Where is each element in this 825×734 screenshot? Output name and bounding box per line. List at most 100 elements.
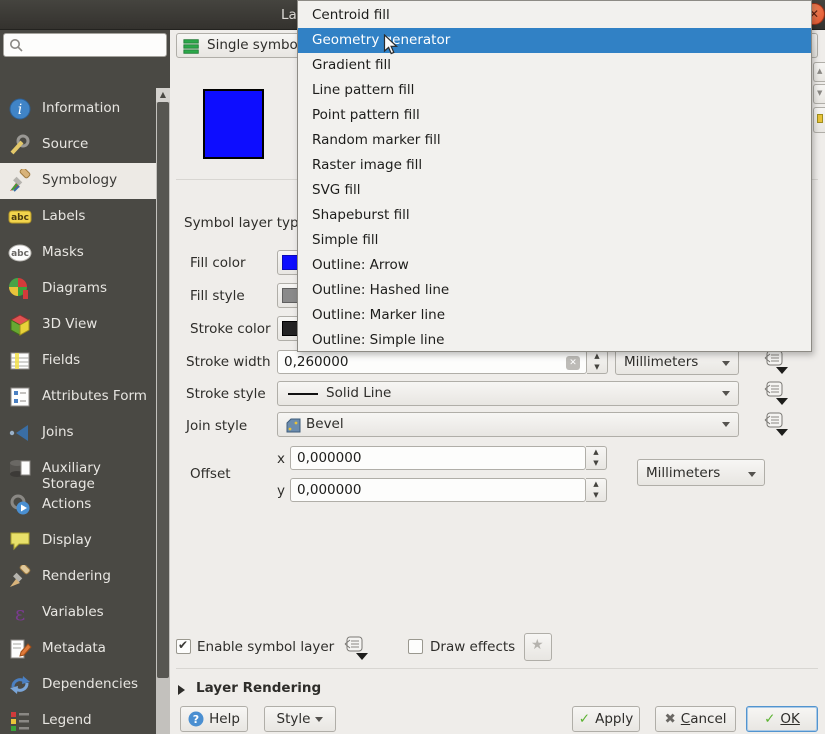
offset-x-value[interactable]	[297, 449, 561, 467]
menu-item-shapeburst-fill[interactable]: Shapeburst fill	[298, 203, 811, 228]
sidebar-item-metadata[interactable]: Metadata	[0, 631, 156, 667]
3d-view-icon	[8, 313, 32, 337]
sidebar-item-label: Metadata	[42, 640, 106, 656]
chevron-down-icon	[722, 422, 730, 427]
stroke-width-spinner[interactable]: ▲▼	[587, 350, 608, 374]
spin-down-icon[interactable]: ▼	[586, 490, 606, 501]
sidebar-scrollbar-thumb[interactable]	[157, 102, 169, 678]
sidebar-item-dependencies[interactable]: Dependencies	[0, 667, 156, 703]
help-button[interactable]: ? Help	[180, 706, 248, 732]
unit-label: Millimeters	[624, 354, 698, 370]
sidebar-scrollbar[interactable]: ▲ ▼	[156, 88, 170, 734]
menu-item-line-pattern-fill[interactable]: Line pattern fill	[298, 78, 811, 103]
data-defined-override-button[interactable]	[762, 411, 790, 437]
offset-y-value[interactable]	[297, 481, 561, 499]
lock-icon[interactable]	[813, 107, 825, 133]
bevel-icon	[286, 418, 301, 433]
stroke-style-label: Stroke style	[186, 386, 266, 402]
attributes-form-icon	[8, 385, 32, 409]
sidebar-item-legend[interactable]: Legend	[0, 703, 156, 734]
style-label: Style	[277, 711, 311, 727]
solid-line-swatch	[288, 393, 318, 395]
offset-x-spinner[interactable]: ▲▼	[586, 446, 607, 470]
menu-item-svg-fill[interactable]: SVG fill	[298, 178, 811, 203]
sidebar-item-auxiliary-storage[interactable]: Auxiliary Storage	[0, 451, 156, 487]
actions-icon	[8, 493, 32, 517]
sidebar-item-label: Fields	[42, 352, 80, 368]
menu-item-random-marker-fill[interactable]: Random marker fill	[298, 128, 811, 153]
expand-arrow-icon[interactable]	[178, 685, 185, 695]
draw-effects-customize-button[interactable]: ★	[524, 633, 552, 661]
sidebar-item-source[interactable]: Source	[0, 127, 156, 163]
sidebar-item-symbology[interactable]: Symbology	[0, 163, 156, 199]
cancel-button[interactable]: ✖ Cancel	[655, 706, 736, 732]
spin-down-icon[interactable]: ▼	[587, 362, 607, 373]
sidebar: i Information Source Symbology abc Label…	[0, 30, 170, 734]
enable-symbol-layer-checkbox[interactable]	[176, 639, 191, 654]
style-button[interactable]: Style	[264, 706, 336, 732]
sidebar-item-label: Joins	[42, 424, 74, 440]
sidebar-item-label: Diagrams	[42, 280, 107, 296]
source-icon	[8, 133, 32, 157]
data-defined-override-button[interactable]	[342, 635, 370, 661]
ok-button[interactable]: ✓ OK	[746, 706, 818, 732]
symbol-layer-preview[interactable]	[203, 89, 264, 159]
layer-rendering-label[interactable]: Layer Rendering	[196, 680, 321, 696]
sidebar-item-rendering[interactable]: Rendering	[0, 559, 156, 595]
sidebar-item-joins[interactable]: Joins	[0, 415, 156, 451]
menu-item-simple-fill[interactable]: Simple fill	[298, 228, 811, 253]
menu-item-centroid-fill[interactable]: Centroid fill	[298, 3, 811, 28]
stroke-style-combo[interactable]: Solid Line	[277, 381, 739, 406]
sidebar-item-label: Dependencies	[42, 676, 138, 692]
sidebar-item-actions[interactable]: Actions	[0, 487, 156, 523]
layer-properties-dialog: La ✕ i Information Source Symbology abc …	[0, 0, 825, 734]
offset-unit-combo[interactable]: Millimeters	[637, 459, 765, 486]
spin-up-icon[interactable]: ▲	[586, 479, 606, 490]
sidebar-item-attributes-form[interactable]: Attributes Form	[0, 379, 156, 415]
offset-x-input[interactable]	[290, 446, 586, 470]
sidebar-item-labels[interactable]: abc Labels	[0, 199, 156, 235]
sidebar-item-label: Display	[42, 532, 92, 548]
sidebar-item-diagrams[interactable]: Diagrams	[0, 271, 156, 307]
sidebar-item-masks[interactable]: abc Masks	[0, 235, 156, 271]
draw-effects-label: Draw effects	[430, 639, 515, 655]
spin-down-icon[interactable]: ▼	[586, 458, 606, 469]
stroke-width-input[interactable]: ✕	[277, 350, 587, 374]
display-icon	[8, 529, 32, 553]
menu-item-outline-arrow[interactable]: Outline: Arrow	[298, 253, 811, 278]
sidebar-item-information[interactable]: i Information	[0, 91, 156, 127]
sidebar-search[interactable]	[3, 33, 167, 57]
menu-item-geometry-generator[interactable]: Geometry generator	[298, 28, 811, 53]
rendering-icon	[8, 565, 32, 589]
draw-effects-checkbox[interactable]	[408, 639, 423, 654]
menu-item-point-pattern-fill[interactable]: Point pattern fill	[298, 103, 811, 128]
sidebar-item-3d-view[interactable]: 3D View	[0, 307, 156, 343]
sidebar-item-display[interactable]: Display	[0, 523, 156, 559]
join-style-combo[interactable]: Bevel	[277, 412, 739, 437]
menu-item-outline-simple-line[interactable]: Outline: Simple line	[298, 328, 811, 353]
menu-item-raster-image-fill[interactable]: Raster image fill	[298, 153, 811, 178]
help-label: Help	[209, 711, 240, 727]
offset-y-label: y	[277, 483, 285, 499]
variables-icon: ε	[8, 601, 32, 625]
spin-up-icon[interactable]: ▲	[586, 447, 606, 458]
menu-item-outline-marker-line[interactable]: Outline: Marker line	[298, 303, 811, 328]
chevron-down-icon	[315, 717, 323, 722]
scroll-up-icon[interactable]: ▲	[156, 88, 170, 102]
move-down-button[interactable]: ▼	[813, 84, 825, 104]
clear-icon[interactable]: ✕	[566, 356, 580, 370]
offset-y-spinner[interactable]: ▲▼	[586, 478, 607, 502]
sidebar-item-fields[interactable]: Fields	[0, 343, 156, 379]
apply-button[interactable]: ✓ Apply	[572, 706, 640, 732]
sidebar-item-label: Symbology	[42, 172, 117, 188]
cancel-label: Cancel	[681, 711, 727, 727]
move-up-button[interactable]: ▲	[813, 62, 825, 82]
sidebar-item-variables[interactable]: ε Variables	[0, 595, 156, 631]
search-input[interactable]	[28, 35, 162, 55]
menu-item-gradient-fill[interactable]: Gradient fill	[298, 53, 811, 78]
offset-y-input[interactable]	[290, 478, 586, 502]
data-defined-override-button[interactable]	[762, 380, 790, 406]
stroke-width-value[interactable]	[284, 353, 562, 371]
menu-item-outline-hashed-line[interactable]: Outline: Hashed line	[298, 278, 811, 303]
svg-text:abc: abc	[11, 213, 29, 223]
